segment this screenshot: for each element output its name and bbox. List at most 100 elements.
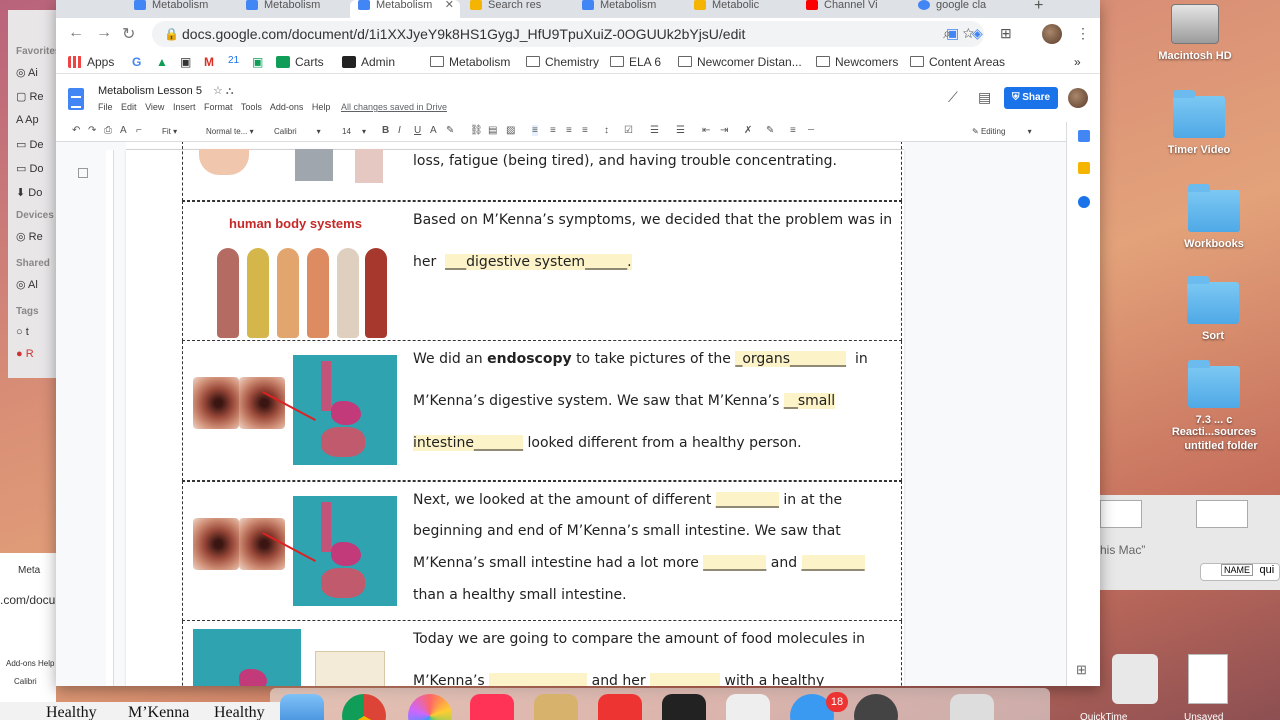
undo-icon[interactable]: ↶ (72, 125, 80, 136)
bookmark-carts[interactable]: Carts (276, 55, 324, 69)
share-button[interactable]: ⛨ Share (1004, 87, 1058, 109)
browser-tab[interactable]: Metabolism (238, 0, 348, 18)
bookmark-p-icon[interactable]: ▣ (180, 55, 191, 69)
explore-icon[interactable]: ⊞ (1076, 662, 1087, 678)
translate-extension-icon[interactable]: ▣ (946, 25, 959, 42)
editing-mode-select[interactable]: ✎ Editing ▾ (972, 127, 1032, 136)
underline-icon[interactable]: U (414, 125, 421, 136)
menu-view[interactable]: View (145, 102, 164, 112)
answer-blank[interactable]: ___digestive system______. (445, 254, 632, 270)
border-dash-icon[interactable]: ┄ (808, 125, 814, 136)
extension-icon[interactable]: ◈ (972, 25, 983, 42)
food-molecules-chart[interactable] (315, 651, 385, 686)
applications-icon[interactable]: A Ap (16, 114, 39, 126)
bookmarks-overflow-icon[interactable]: » (1074, 55, 1081, 69)
font-select[interactable]: Calibri ▾ (274, 127, 321, 136)
endoscopy-photo[interactable] (239, 377, 285, 429)
tasks-addon-icon[interactable] (1078, 196, 1090, 208)
answer-blank[interactable]: _organs________ (735, 351, 847, 367)
answer-blank[interactable]: _________ (703, 555, 767, 571)
browser-tab[interactable]: Channel Vi (798, 0, 908, 18)
menu-help[interactable]: Help (312, 102, 331, 112)
bookmark-content-areas[interactable]: Content Areas (910, 55, 1005, 69)
user-avatar[interactable] (1068, 88, 1088, 108)
digestive-diagram[interactable] (293, 355, 397, 465)
profile-avatar[interactable] (1042, 24, 1062, 44)
bookmark-chemistry[interactable]: Chemistry (526, 55, 599, 69)
bookmark-newcomer-distance[interactable]: Newcomer Distan... (678, 55, 802, 69)
browser-tab[interactable]: Metabolism (126, 0, 236, 18)
comment-icon[interactable]: ▤ (488, 125, 497, 136)
trash-dock-icon[interactable] (950, 694, 994, 720)
docs-logo-icon[interactable] (68, 88, 84, 110)
close-tab-icon[interactable]: ✕ (445, 0, 454, 11)
calendar-addon-icon[interactable] (1078, 130, 1090, 142)
link-icon[interactable]: ⛓ (470, 125, 483, 136)
menu-format[interactable]: Format (204, 102, 233, 112)
endoscopy-photo[interactable] (239, 518, 285, 570)
workbooks-folder[interactable]: Workbooks (1159, 184, 1269, 250)
tired-person-image[interactable] (295, 149, 333, 181)
browser-tab[interactable]: Search res (462, 0, 572, 18)
answer-blank[interactable]: ______________ (489, 673, 588, 686)
extension-grid-icon[interactable]: ⊞ (1000, 25, 1012, 42)
bold-icon[interactable]: B (382, 125, 389, 136)
google-icon[interactable]: G (132, 55, 141, 69)
menu-addons[interactable]: Add-ons (270, 102, 304, 112)
sort-folder[interactable]: Sort (1158, 276, 1268, 342)
border-width-icon[interactable]: ≡ (790, 125, 796, 136)
menu-edit[interactable]: Edit (121, 102, 137, 112)
answer-blank[interactable]: _________ (715, 492, 779, 508)
answer-blank[interactable]: __________ (650, 673, 721, 686)
app-dock-icon[interactable] (598, 694, 642, 720)
chrome-menu-icon[interactable]: ⋮ (1076, 25, 1090, 42)
app-dock-icon[interactable] (662, 694, 706, 720)
paint-format-icon[interactable]: ⌐ (136, 125, 142, 136)
border-color-icon[interactable]: ✎ (766, 125, 774, 136)
browser-tab[interactable]: Metabolic (686, 0, 796, 18)
bookmark-admin[interactable]: Admin (342, 55, 395, 69)
tag-icon[interactable]: ○ t (16, 326, 29, 338)
thumbnail-image[interactable] (1100, 500, 1142, 528)
increase-indent-icon[interactable]: ⇥ (720, 125, 728, 136)
chrome-dock-icon[interactable] (342, 694, 386, 720)
redo-icon[interactable]: ↷ (88, 125, 96, 136)
menu-tools[interactable]: Tools (241, 102, 262, 112)
browser-tab[interactable]: google cla (910, 0, 1020, 18)
forward-icon[interactable]: → (96, 24, 112, 42)
checklist-icon[interactable]: ☑ (624, 125, 633, 136)
browser-tab-active[interactable]: Metabolism ✕ (350, 0, 460, 18)
bookmark-newcomers[interactable]: Newcomers (816, 55, 898, 69)
numbered-list-icon[interactable]: ☰ (676, 125, 685, 136)
airdrop-icon[interactable]: ◎ Ai (16, 66, 38, 79)
qtpx-file-icon[interactable] (1188, 654, 1228, 704)
calendar-icon[interactable]: 21 (228, 55, 239, 66)
answer-blank[interactable]: intestine_______ (413, 435, 524, 451)
decrease-indent-icon[interactable]: ⇤ (702, 125, 710, 136)
digestive-diagram[interactable] (293, 496, 397, 606)
desktop-icon[interactable]: ▭ De (16, 138, 44, 151)
gmail-icon[interactable]: M (204, 55, 214, 69)
zoom-select[interactable]: Fit ▾ (162, 127, 177, 136)
menu-insert[interactable]: Insert (173, 102, 196, 112)
font-size-select[interactable]: 14 ▾ (342, 127, 366, 136)
star-icon[interactable]: ☆ ⛬ (213, 84, 234, 98)
recents-icon[interactable]: ▢ Re (16, 90, 44, 103)
browser-tab[interactable]: Metabolism (574, 0, 684, 18)
image-icon[interactable]: ▨ (506, 125, 515, 136)
activity-icon[interactable]: ⟋ (948, 89, 958, 106)
network-icon[interactable]: ◎ Al (16, 278, 38, 291)
comments-icon[interactable]: ▤ (978, 89, 991, 106)
document-title[interactable]: Metabolism Lesson 5 (98, 85, 202, 97)
keep-addon-icon[interactable] (1078, 162, 1090, 174)
classroom-icon[interactable]: ▣ (252, 55, 263, 69)
print-icon[interactable]: ⎙ (104, 125, 112, 136)
remote-disc-icon[interactable]: ◎ Re (16, 230, 43, 243)
headache-image[interactable] (355, 149, 383, 183)
notes-dock-icon[interactable] (534, 694, 578, 720)
text-color-icon[interactable]: A (430, 125, 437, 136)
justify-icon[interactable]: ≡ (582, 125, 588, 136)
reaction-resources-folder[interactable]: 7.3 ... c Reacti...sources (1162, 360, 1266, 438)
bookmark-ela6[interactable]: ELA 6 (610, 55, 661, 69)
music-dock-icon[interactable] (470, 694, 514, 720)
